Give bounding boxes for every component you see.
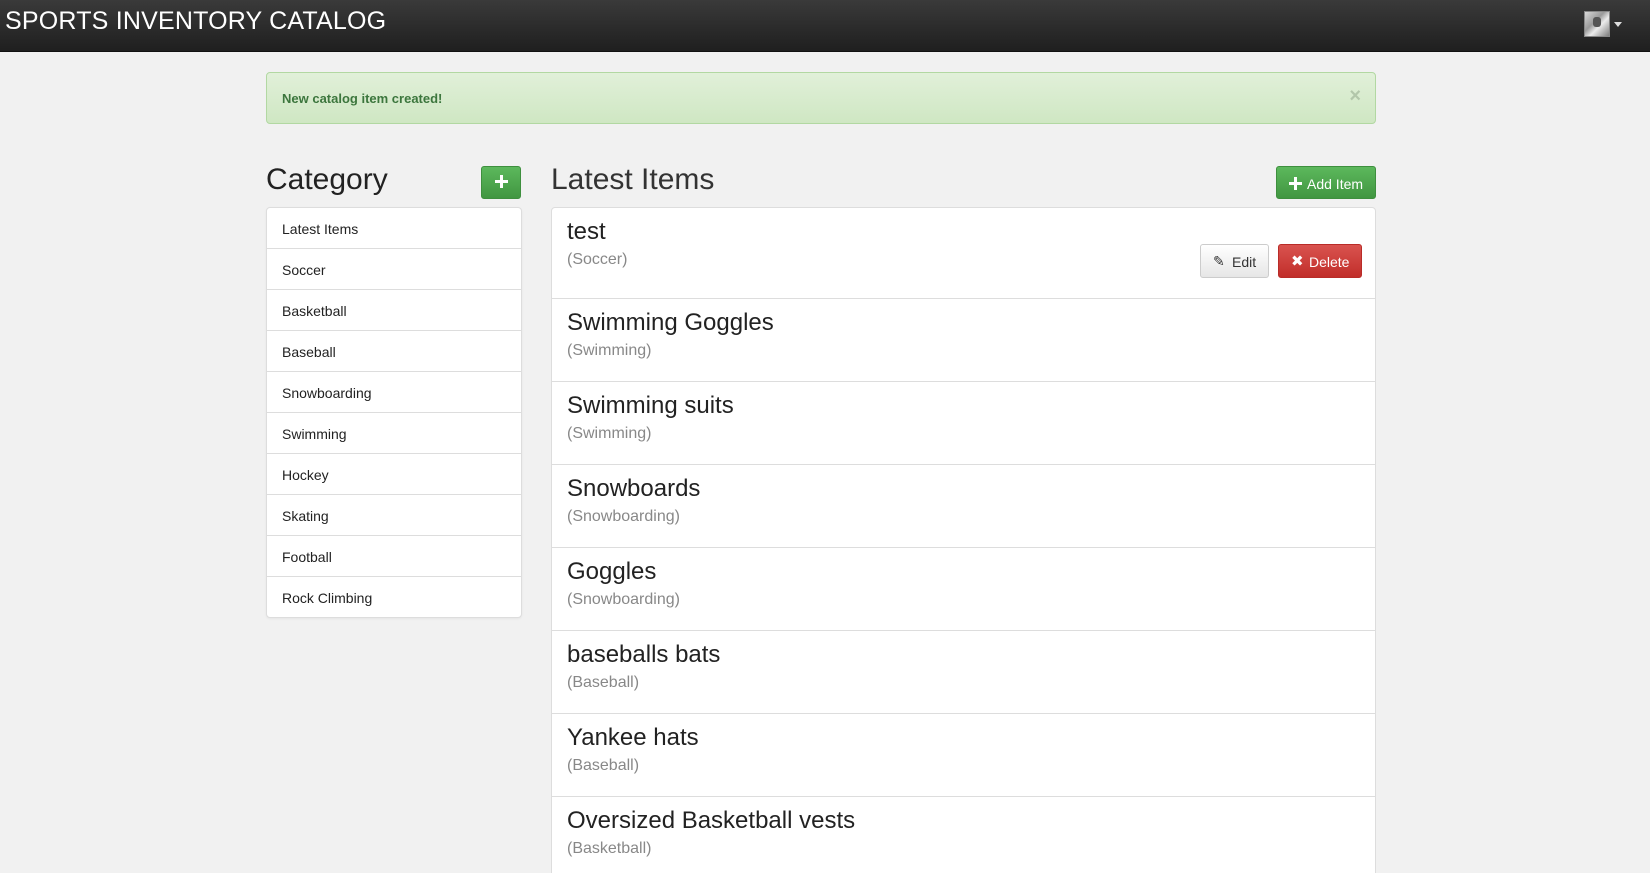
item-category: (Baseball) — [567, 674, 640, 691]
category-item-basketball[interactable]: Basketball — [267, 290, 521, 331]
edit-button[interactable]: ✎ Edit — [1200, 244, 1269, 278]
item-category: (Soccer) — [567, 251, 628, 268]
item-name[interactable]: Snowboards — [567, 475, 700, 503]
item-category: (Baseball) — [567, 757, 640, 774]
item-category: (Snowboarding) — [567, 591, 680, 608]
category-heading: Category — [266, 163, 388, 196]
item-row[interactable]: Swimming suits (Swimming) — [552, 382, 1375, 465]
edit-label: Edit — [1232, 254, 1257, 270]
category-item-baseball[interactable]: Baseball — [267, 331, 521, 372]
item-row[interactable]: Yankee hats (Baseball) — [552, 714, 1375, 797]
category-item-soccer[interactable]: Soccer — [267, 249, 521, 290]
item-list: test (Soccer) ✎ Edit ✖ Delete Swimming G… — [551, 207, 1376, 873]
item-row[interactable]: test (Soccer) ✎ Edit ✖ Delete — [552, 208, 1375, 299]
item-row[interactable]: Snowboards (Snowboarding) — [552, 465, 1375, 548]
add-item-button[interactable]: Add Item — [1276, 166, 1376, 199]
item-name[interactable]: baseballs bats — [567, 641, 720, 669]
item-row[interactable]: baseballs bats (Baseball) — [552, 631, 1375, 714]
item-row[interactable]: Goggles (Snowboarding) — [552, 548, 1375, 631]
category-item-snowboarding[interactable]: Snowboarding — [267, 372, 521, 413]
item-name[interactable]: Yankee hats — [567, 724, 699, 752]
success-alert: New catalog item created! × — [266, 72, 1376, 124]
item-category: (Swimming) — [567, 425, 652, 442]
item-name[interactable]: Swimming Goggles — [567, 309, 774, 337]
category-list: Latest Items Soccer Basketball Baseball … — [266, 207, 522, 618]
item-name[interactable]: Swimming suits — [567, 392, 734, 420]
item-category: (Basketball) — [567, 840, 652, 857]
item-row[interactable]: Swimming Goggles (Swimming) — [552, 299, 1375, 382]
user-menu[interactable] — [1584, 11, 1624, 37]
remove-icon: ✖ — [1291, 253, 1304, 270]
navbar: SPORTS INVENTORY CATALOG — [0, 0, 1650, 52]
item-name[interactable]: test — [567, 218, 606, 246]
item-name[interactable]: Oversized Basketball vests — [567, 807, 855, 835]
item-category: (Snowboarding) — [567, 508, 680, 525]
plus-icon — [495, 175, 508, 188]
category-item-football[interactable]: Football — [267, 536, 521, 577]
alert-message: New catalog item created! — [282, 91, 443, 106]
add-item-label: Add Item — [1307, 176, 1364, 192]
item-name[interactable]: Goggles — [567, 558, 656, 586]
edit-icon: ✎ — [1213, 253, 1225, 269]
delete-label: Delete — [1309, 254, 1350, 270]
category-item-skating[interactable]: Skating — [267, 495, 521, 536]
plus-icon — [1289, 177, 1302, 190]
category-item-latest-items[interactable]: Latest Items — [267, 208, 521, 249]
latest-items-heading: Latest Items — [551, 163, 715, 196]
close-icon[interactable]: × — [1349, 86, 1361, 106]
caret-down-icon — [1614, 22, 1622, 27]
category-item-hockey[interactable]: Hockey — [267, 454, 521, 495]
category-item-rock-climbing[interactable]: Rock Climbing — [267, 577, 521, 617]
category-item-swimming[interactable]: Swimming — [267, 413, 521, 454]
item-row[interactable]: Oversized Basketball vests (Basketball) — [552, 797, 1375, 873]
item-category: (Swimming) — [567, 342, 652, 359]
user-avatar[interactable] — [1584, 11, 1610, 37]
add-category-button[interactable] — [481, 166, 521, 199]
brand-title[interactable]: SPORTS INVENTORY CATALOG — [5, 7, 386, 36]
delete-button[interactable]: ✖ Delete — [1278, 244, 1362, 278]
